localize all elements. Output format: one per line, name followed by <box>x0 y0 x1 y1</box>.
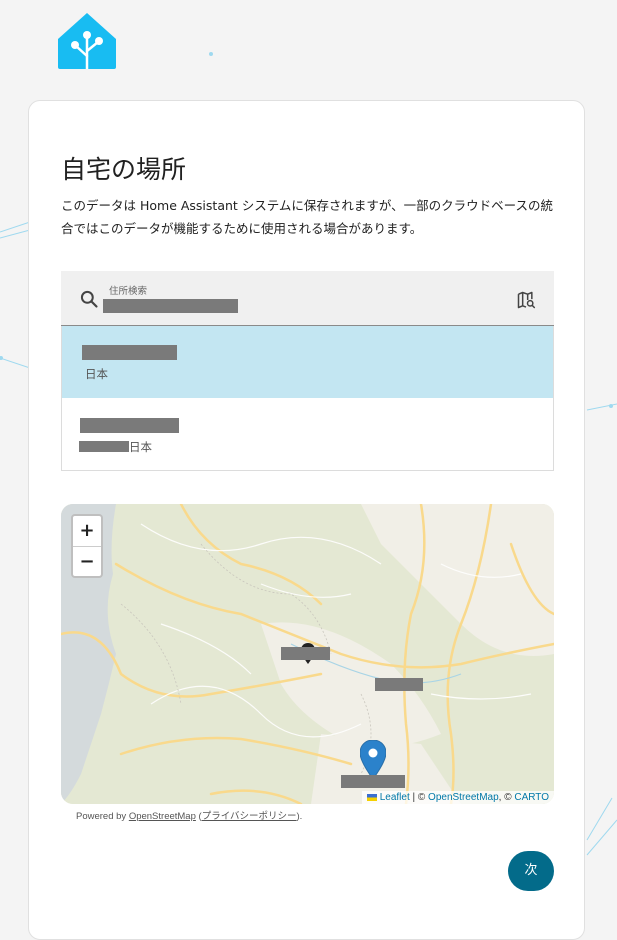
map-search-icon[interactable] <box>516 290 536 310</box>
attribution-separator: , © <box>498 792 515 803</box>
zoom-in-button[interactable]: + <box>73 516 101 547</box>
page-title: 自宅の場所 <box>61 155 187 184</box>
home-location-marker-icon[interactable] <box>360 740 386 780</box>
privacy-policy-link[interactable]: プライバシーポリシー <box>202 811 297 822</box>
map-place-label-redacted <box>375 678 423 691</box>
search-result-address-redacted <box>79 441 129 452</box>
home-assistant-logo <box>58 13 116 69</box>
search-results-list: 日本 日本 <box>61 326 554 471</box>
search-result-secondary: 日本 <box>85 367 108 381</box>
onboarding-card: 自宅の場所 このデータは Home Assistant システムに保存されますが… <box>28 100 585 940</box>
page-description: このデータは Home Assistant システムに保存されますが、一部のクラ… <box>61 198 554 236</box>
address-search-value-redacted[interactable] <box>103 299 238 313</box>
search-result-secondary: 日本 <box>129 440 152 454</box>
zoom-control: + − <box>71 514 103 578</box>
search-result-name-redacted <box>80 418 179 433</box>
osm-attribution-link[interactable]: OpenStreetMap <box>428 792 499 803</box>
map-place-label-redacted <box>341 775 405 788</box>
search-result-name-redacted <box>82 345 177 360</box>
map-place-label-redacted <box>281 647 330 660</box>
address-search-label: 住所検索 <box>109 286 148 297</box>
powered-by-close: ). <box>296 811 303 822</box>
ukraine-flag-icon <box>366 793 377 801</box>
location-map[interactable]: + − Leaflet | © OpenStreetMap, © CARTO <box>61 504 554 804</box>
attribution-separator: | © <box>409 792 429 803</box>
leaflet-link[interactable]: Leaflet <box>380 792 410 803</box>
powered-by-text: Powered by OpenStreetMap (プライバシーポリシー). <box>76 808 302 822</box>
next-button[interactable]: 次 <box>508 851 554 891</box>
zoom-out-button[interactable]: − <box>73 547 101 577</box>
address-search-field[interactable]: 住所検索 <box>61 271 554 326</box>
map-attribution: Leaflet | © OpenStreetMap, © CARTO <box>361 791 554 804</box>
openstreetmap-link[interactable]: OpenStreetMap <box>129 811 196 822</box>
powered-by-prefix: Powered by <box>76 811 129 822</box>
search-result-item[interactable]: 日本 <box>62 398 553 470</box>
search-icon <box>80 290 98 308</box>
search-result-item[interactable]: 日本 <box>62 326 553 398</box>
carto-link[interactable]: CARTO <box>514 792 549 803</box>
